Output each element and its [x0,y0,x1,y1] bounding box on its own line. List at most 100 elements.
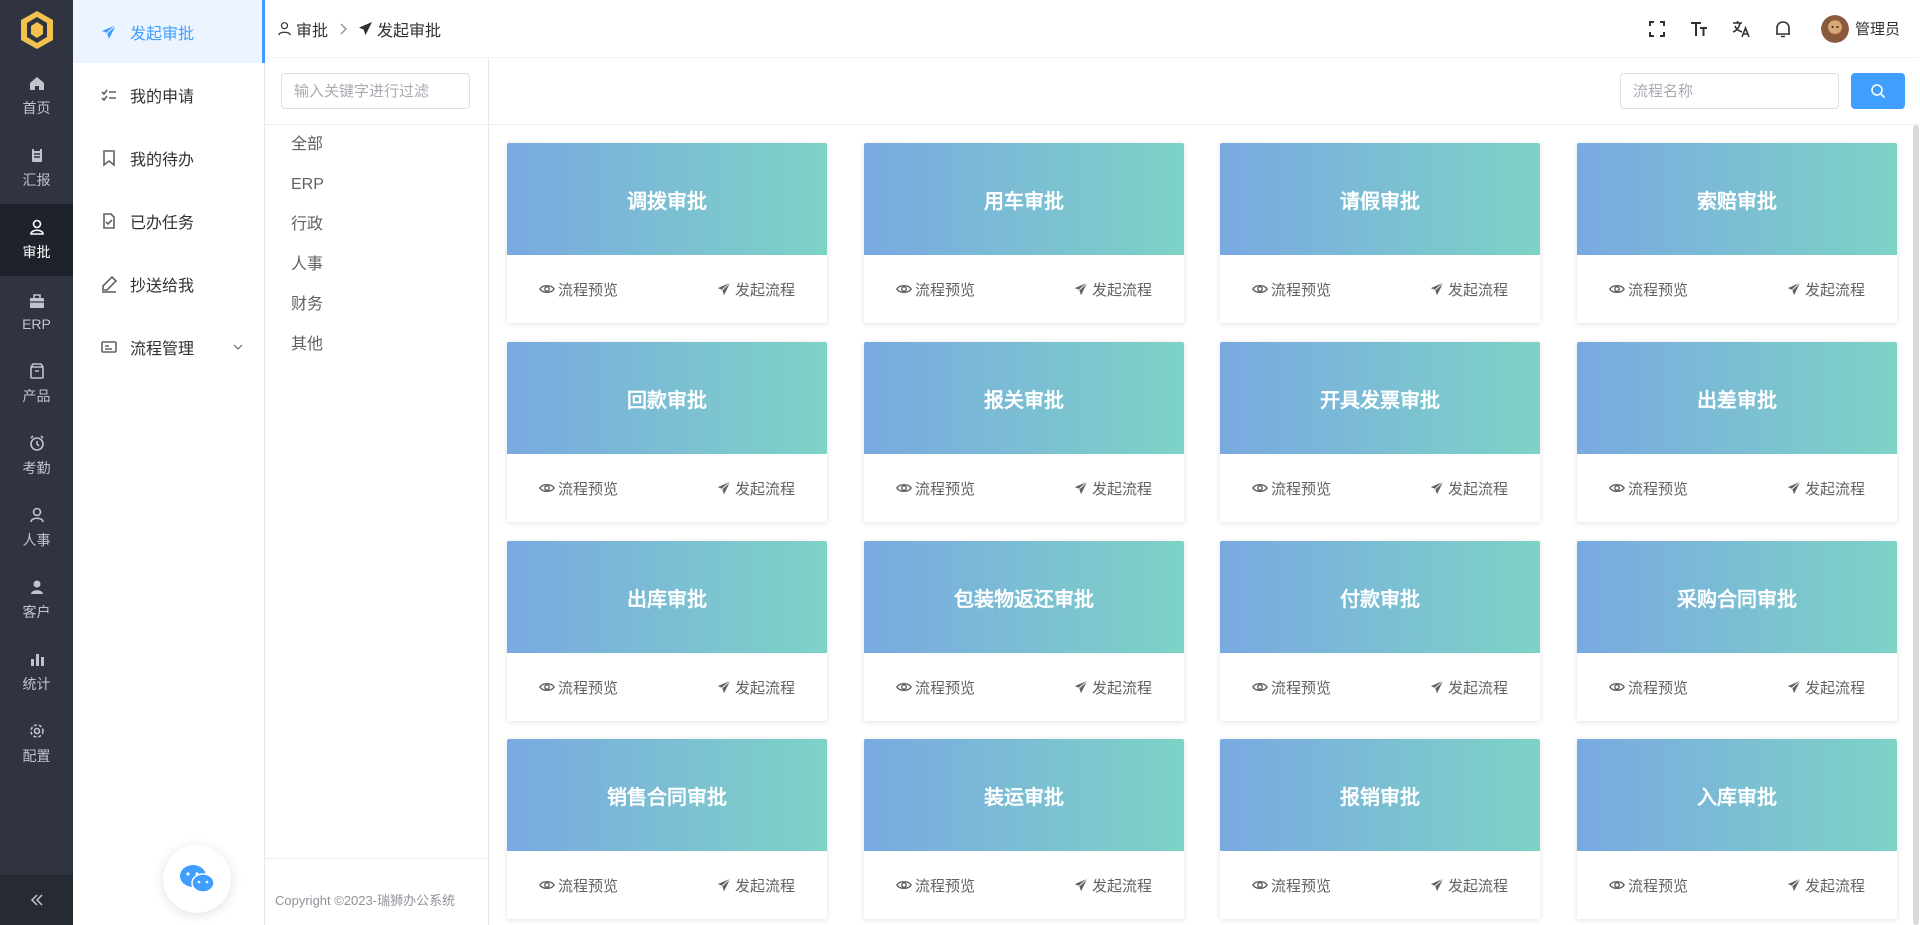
process-card-title[interactable]: 付款审批 [1220,541,1540,653]
eye-icon [1609,480,1625,496]
start-process-button[interactable]: 发起流程 [1429,875,1508,896]
process-card-title[interactable]: 请假审批 [1220,143,1540,255]
category-item[interactable]: 财务 [265,285,488,325]
preview-process-button[interactable]: 流程预览 [1609,677,1688,698]
rail-item-9[interactable]: 配置 [0,708,73,780]
submenu-item-3[interactable]: 已办任务 [73,189,264,252]
process-card: 入库审批流程预览 发起流程 [1577,739,1897,919]
bell-icon[interactable] [1773,19,1793,39]
person-icon [28,506,46,524]
preview-label: 流程预览 [915,281,976,299]
start-process-button[interactable]: 发起流程 [1073,677,1152,698]
process-card-title[interactable]: 回款审批 [507,342,827,454]
start-process-button[interactable]: 发起流程 [716,875,795,896]
app-logo[interactable] [0,0,73,60]
preview-process-button[interactable]: 流程预览 [1609,279,1688,300]
start-process-button[interactable]: 发起流程 [1073,875,1152,896]
start-process-button[interactable]: 发起流程 [1786,279,1865,300]
preview-label: 流程预览 [1271,877,1332,895]
process-card-title[interactable]: 出库审批 [507,541,827,653]
font-size-icon[interactable] [1689,19,1709,39]
start-label: 发起流程 [1447,877,1508,895]
rail-item-4[interactable]: 产品 [0,348,73,420]
preview-process-button[interactable]: 流程预览 [1609,875,1688,896]
process-card-title[interactable]: 索赔审批 [1577,143,1897,255]
chat-button[interactable] [163,845,231,913]
paper-plane-icon [716,877,732,893]
process-card-title[interactable]: 包装物返还审批 [864,541,1184,653]
breadcrumb-item-approval[interactable]: 审批 [296,17,328,41]
submenu-item-0[interactable]: 发起审批 [73,0,265,63]
category-filter-input[interactable] [281,73,470,109]
preview-process-button[interactable]: 流程预览 [539,478,618,499]
preview-process-button[interactable]: 流程预览 [539,875,618,896]
preview-process-button[interactable]: 流程预览 [539,677,618,698]
process-card-title[interactable]: 采购合同审批 [1577,541,1897,653]
category-item[interactable]: 全部 [265,125,488,165]
submenu-item-5[interactable]: 流程管理 [73,315,264,378]
paper-plane-icon [1786,877,1802,893]
rail-item-8[interactable]: 统计 [0,636,73,708]
preview-process-button[interactable]: 流程预览 [539,279,618,300]
start-process-button[interactable]: 发起流程 [716,279,795,300]
preview-process-button[interactable]: 流程预览 [1252,875,1331,896]
vertical-scrollbar[interactable] [1913,125,1919,925]
start-process-button[interactable]: 发起流程 [1073,478,1152,499]
paper-plane-icon [1429,877,1445,893]
process-card-title[interactable]: 入库审批 [1577,739,1897,851]
breadcrumb: 审批 发起审批 [277,0,441,57]
paper-plane-icon [1073,281,1089,297]
rail-item-5[interactable]: 考勤 [0,420,73,492]
preview-process-button[interactable]: 流程预览 [1252,279,1331,300]
fullscreen-icon[interactable] [1647,19,1667,39]
rail-item-6[interactable]: 人事 [0,492,73,564]
rail-item-2[interactable]: 审批 [0,204,73,276]
preview-process-button[interactable]: 流程预览 [896,478,975,499]
process-card-title[interactable]: 报销审批 [1220,739,1540,851]
user-name[interactable]: 管理员 [1855,18,1900,39]
process-card: 包装物返还审批流程预览 发起流程 [864,541,1184,721]
preview-process-button[interactable]: 流程预览 [1609,478,1688,499]
submenu-item-2[interactable]: 我的待办 [73,126,264,189]
rail-item-0[interactable]: 首页 [0,60,73,132]
process-card-title[interactable]: 调拨审批 [507,143,827,255]
collapse-sidebar-button[interactable] [0,875,73,925]
rail-item-1[interactable]: 汇报 [0,132,73,204]
start-process-button[interactable]: 发起流程 [1073,279,1152,300]
submenu-item-1[interactable]: 我的申请 [73,63,264,126]
process-card-title[interactable]: 装运审批 [864,739,1184,851]
submenu-item-4[interactable]: 抄送给我 [73,252,264,315]
translate-icon[interactable] [1731,19,1751,39]
rail-item-3[interactable]: ERP [0,276,73,348]
process-card-title[interactable]: 开具发票审批 [1220,342,1540,454]
start-process-button[interactable]: 发起流程 [1786,478,1865,499]
start-process-button[interactable]: 发起流程 [1429,279,1508,300]
start-process-button[interactable]: 发起流程 [1429,677,1508,698]
process-card-title[interactable]: 用车审批 [864,143,1184,255]
preview-process-button[interactable]: 流程预览 [1252,677,1331,698]
paper-plane-icon [1073,679,1089,695]
user-stamp-icon [28,218,46,236]
submenu-item-label: 已办任务 [130,214,195,232]
start-process-button[interactable]: 发起流程 [1786,677,1865,698]
search-button[interactable] [1851,73,1905,109]
process-card-title[interactable]: 销售合同审批 [507,739,827,851]
preview-process-button[interactable]: 流程预览 [896,279,975,300]
start-process-button[interactable]: 发起流程 [1429,478,1508,499]
category-item[interactable]: 其他 [265,325,488,365]
preview-process-button[interactable]: 流程预览 [896,677,975,698]
rail-item-7[interactable]: 客户 [0,564,73,636]
start-process-button[interactable]: 发起流程 [1786,875,1865,896]
process-card-title[interactable]: 报关审批 [864,342,1184,454]
process-name-search-input[interactable] [1620,73,1839,109]
process-card-actions: 流程预览 发起流程 [1577,653,1897,721]
user-avatar[interactable] [1820,14,1849,43]
start-process-button[interactable]: 发起流程 [716,677,795,698]
preview-process-button[interactable]: 流程预览 [896,875,975,896]
category-item[interactable]: 人事 [265,245,488,285]
category-item[interactable]: 行政 [265,205,488,245]
process-card-title[interactable]: 出差审批 [1577,342,1897,454]
preview-process-button[interactable]: 流程预览 [1252,478,1331,499]
start-process-button[interactable]: 发起流程 [716,478,795,499]
category-item[interactable]: ERP [265,165,488,205]
